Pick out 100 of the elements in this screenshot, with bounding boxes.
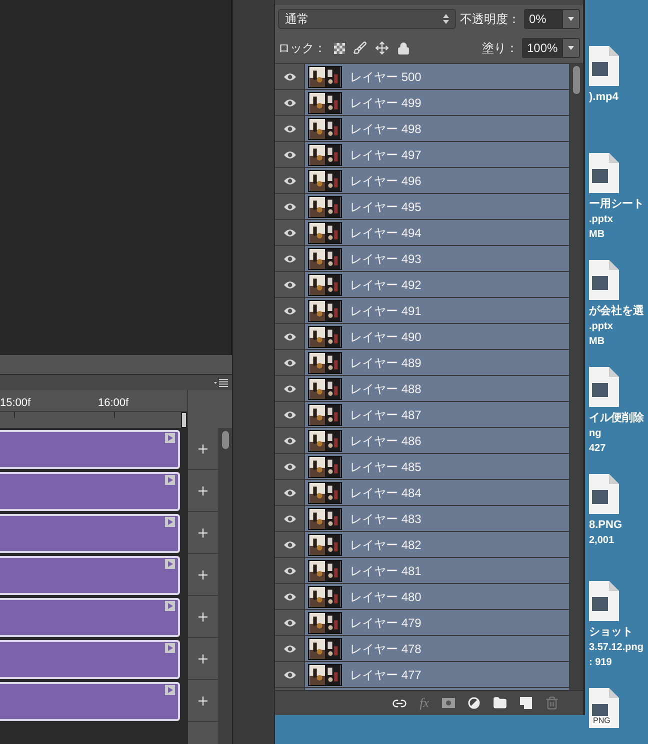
video-clip[interactable] xyxy=(0,682,180,721)
file-name[interactable]: ng xyxy=(589,426,648,441)
file-name[interactable]: 3.57.12.png xyxy=(589,640,648,655)
play-icon[interactable] xyxy=(165,475,175,485)
layer-row[interactable]: レイヤー 495 xyxy=(305,194,569,219)
transparency-lock-icon[interactable] xyxy=(334,42,345,54)
eye-icon[interactable] xyxy=(282,228,296,238)
file-icon[interactable] xyxy=(589,153,619,193)
eye-icon[interactable] xyxy=(282,150,296,160)
eye-icon[interactable] xyxy=(282,384,296,394)
layer-row[interactable]: レイヤー 479 xyxy=(305,610,569,635)
file-name[interactable]: MB xyxy=(589,334,648,349)
brush-icon[interactable] xyxy=(353,41,367,55)
new-layer-icon[interactable] xyxy=(520,697,532,709)
folder-icon[interactable] xyxy=(493,696,507,710)
file-name[interactable]: 427 xyxy=(589,441,648,456)
eye-icon[interactable] xyxy=(282,332,296,342)
mask-icon[interactable] xyxy=(442,698,455,708)
layer-row[interactable]: レイヤー 478 xyxy=(305,636,569,661)
file-icon[interactable] xyxy=(589,46,619,86)
play-icon[interactable] xyxy=(165,517,175,527)
eye-icon[interactable] xyxy=(282,644,296,654)
eye-icon[interactable] xyxy=(282,254,296,264)
eye-icon[interactable] xyxy=(282,514,296,524)
eye-icon[interactable] xyxy=(282,98,296,108)
video-clip[interactable] xyxy=(0,430,180,469)
layer-row[interactable]: レイヤー 498 xyxy=(305,116,569,141)
eye-icon[interactable] xyxy=(282,618,296,628)
layer-row[interactable]: レイヤー 499 xyxy=(305,90,569,115)
fx-button[interactable]: fx xyxy=(420,693,429,713)
layer-row[interactable]: レイヤー 493 xyxy=(305,246,569,271)
file-name[interactable]: イル便削除 xyxy=(589,411,648,426)
panel-menu-icon[interactable] xyxy=(214,378,228,386)
video-clip[interactable] xyxy=(0,472,180,511)
layer-row[interactable]: レイヤー 491 xyxy=(305,298,569,323)
layer-row[interactable]: レイヤー 488 xyxy=(305,376,569,401)
file-name[interactable]: : 919 xyxy=(589,655,648,670)
add-icon[interactable] xyxy=(196,568,210,582)
end-marker[interactable] xyxy=(181,412,187,428)
video-clip[interactable] xyxy=(0,556,180,595)
layer-row[interactable]: レイヤー 492 xyxy=(305,272,569,297)
file-name[interactable]: 2,001 xyxy=(589,533,648,548)
eye-icon[interactable] xyxy=(282,670,296,680)
layer-row[interactable]: レイヤー 481 xyxy=(305,558,569,583)
layer-row[interactable]: レイヤー 496 xyxy=(305,168,569,193)
layer-row[interactable]: レイヤー 490 xyxy=(305,324,569,349)
eye-icon[interactable] xyxy=(282,306,296,316)
file-icon[interactable] xyxy=(589,260,619,300)
blend-mode-dropdown[interactable]: 通常 xyxy=(278,9,456,29)
eye-icon[interactable] xyxy=(282,436,296,446)
file-name[interactable]: ー用シート xyxy=(589,197,648,212)
add-icon[interactable] xyxy=(196,526,210,540)
file-name[interactable]: が会社を選 xyxy=(589,304,648,319)
file-name[interactable]: ショット xyxy=(589,625,648,640)
eye-icon[interactable] xyxy=(282,202,296,212)
file-name[interactable]: ).mp4 xyxy=(589,90,648,105)
eye-icon[interactable] xyxy=(282,462,296,472)
file-name[interactable]: MB xyxy=(589,227,648,242)
eye-icon[interactable] xyxy=(282,358,296,368)
video-clip[interactable] xyxy=(0,598,180,637)
play-icon[interactable] xyxy=(165,559,175,569)
add-icon[interactable] xyxy=(196,610,210,624)
eye-icon[interactable] xyxy=(282,540,296,550)
video-clip[interactable] xyxy=(0,640,180,679)
eye-icon[interactable] xyxy=(282,124,296,134)
eye-icon[interactable] xyxy=(282,592,296,602)
add-icon[interactable] xyxy=(196,652,210,666)
add-icon[interactable] xyxy=(196,484,210,498)
layer-row[interactable]: レイヤー 477 xyxy=(305,662,569,687)
play-icon[interactable] xyxy=(165,601,175,611)
file-icon[interactable] xyxy=(589,474,619,514)
layer-row[interactable]: レイヤー 486 xyxy=(305,428,569,453)
layer-row[interactable]: レイヤー 483 xyxy=(305,506,569,531)
opacity-field[interactable]: 0% xyxy=(524,9,580,29)
play-icon[interactable] xyxy=(165,685,175,695)
play-icon[interactable] xyxy=(165,643,175,653)
add-icon[interactable] xyxy=(196,442,210,456)
layer-row[interactable]: レイヤー 482 xyxy=(305,532,569,557)
layer-row[interactable]: レイヤー 485 xyxy=(305,454,569,479)
layer-row[interactable]: レイヤー 484 xyxy=(305,480,569,505)
eye-icon[interactable] xyxy=(282,72,296,82)
eye-icon[interactable] xyxy=(282,280,296,290)
eye-icon[interactable] xyxy=(282,176,296,186)
file-name[interactable]: .pptx xyxy=(589,319,648,334)
play-icon[interactable] xyxy=(165,433,175,443)
move-icon[interactable] xyxy=(375,41,389,55)
file-name[interactable]: .pptx xyxy=(589,212,648,227)
file-icon[interactable] xyxy=(589,581,619,621)
layer-row[interactable]: レイヤー 487 xyxy=(305,402,569,427)
file-icon[interactable] xyxy=(589,367,619,407)
layer-row[interactable]: レイヤー 480 xyxy=(305,584,569,609)
scrollbar-thumb[interactable] xyxy=(572,66,580,94)
add-icon[interactable] xyxy=(196,694,210,708)
layer-row[interactable]: レイヤー 494 xyxy=(305,220,569,245)
time-ruler[interactable]: 15:00f 16:00f xyxy=(0,390,188,428)
eye-icon[interactable] xyxy=(282,410,296,420)
layer-row[interactable]: レイヤー 500 xyxy=(305,64,569,89)
eye-icon[interactable] xyxy=(282,566,296,576)
eye-icon[interactable] xyxy=(282,488,296,498)
file-name[interactable]: 8.PNG xyxy=(589,518,648,533)
